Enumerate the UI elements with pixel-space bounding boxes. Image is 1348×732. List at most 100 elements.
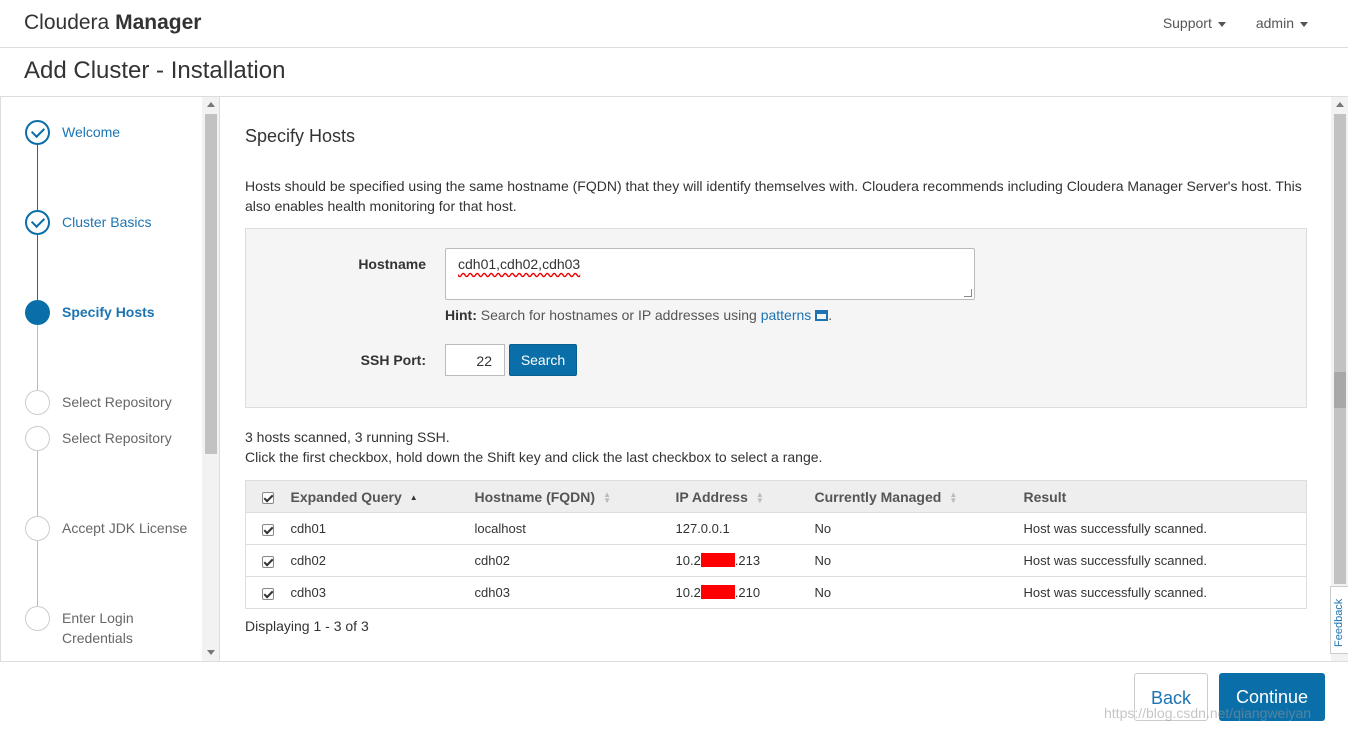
cell-result: Host was successfully scanned. <box>1023 576 1307 609</box>
col-label: Currently Managed <box>814 488 942 505</box>
select-all-cell <box>245 480 291 513</box>
ssh-port-label: SSH Port: <box>360 352 426 368</box>
section-title: Specify Hosts <box>245 126 356 146</box>
scrollbar-thumb[interactable] <box>1334 114 1346 584</box>
sidebar-step-welcome[interactable]: Welcome <box>25 120 120 145</box>
brand-logo[interactable]: Cloudera Manager <box>24 11 201 35</box>
ip-prefix: 10.2 <box>675 585 701 600</box>
step-label: Specify Hosts <box>62 304 155 320</box>
cell-fqdn: localhost <box>474 512 676 545</box>
cell-query: cdh03 <box>290 576 475 609</box>
ssh-port-input[interactable]: 22 <box>445 344 505 376</box>
cell-result: Host was successfully scanned. <box>1023 512 1307 545</box>
hint-text: Hint: Search for hostnames or IP address… <box>445 307 833 323</box>
scroll-down-icon[interactable] <box>207 650 215 655</box>
wizard-sidebar: Welcome Cluster Basics Specify Hosts Sel… <box>0 96 220 662</box>
admin-menu[interactable]: admin <box>1256 15 1308 31</box>
sidebar-step-select-repository-2: Select Repository <box>25 426 172 451</box>
empty-circle-icon <box>25 606 50 631</box>
cell-result: Host was successfully scanned. <box>1023 544 1307 577</box>
sidebar-step-accept-jdk-license: Accept JDK License <box>25 516 187 541</box>
step-connector <box>37 144 38 210</box>
scrollbar-thumb-active[interactable] <box>1334 372 1346 408</box>
main-content: Specify Hosts Hosts should be specified … <box>221 97 1331 661</box>
chevron-down-icon <box>1300 21 1308 27</box>
support-label: Support <box>1162 15 1212 31</box>
cell-managed: No <box>814 544 1024 577</box>
support-menu[interactable]: Support <box>1163 15 1226 31</box>
col-hostname[interactable]: Hostname (FQDN) ▲ ▼ <box>474 480 676 513</box>
empty-circle-icon <box>25 426 50 451</box>
sort-icon: ▲ ▼ <box>949 489 958 505</box>
feedback-label: Feedback <box>1333 598 1345 647</box>
active-circle-icon <box>25 300 50 325</box>
step-label: Accept JDK License <box>62 520 188 536</box>
cell-fqdn: cdh02 <box>474 544 676 577</box>
cell-query: cdh02 <box>290 544 475 577</box>
feedback-tab[interactable]: Feedback <box>1330 586 1348 654</box>
scan-summary: 3 hosts scanned, 3 running SSH. Click th… <box>245 427 822 467</box>
select-all-checkbox[interactable] <box>262 491 274 504</box>
step-connector <box>37 450 38 516</box>
step-label: Select Repository <box>62 394 172 410</box>
col-label: Result <box>1023 488 1067 505</box>
row-checkbox[interactable] <box>262 523 274 536</box>
sidebar-step-specify-hosts[interactable]: Specify Hosts <box>25 300 155 325</box>
row-checkbox[interactable] <box>262 555 274 568</box>
check-circle-icon <box>25 210 50 235</box>
row-checkbox[interactable] <box>262 587 274 600</box>
sort-icon: ▲ ▼ <box>603 489 611 505</box>
scroll-up-icon[interactable] <box>207 102 215 107</box>
scroll-up-icon[interactable] <box>1336 102 1344 107</box>
hostname-input[interactable]: cdh01,cdh02,cdh03 <box>445 248 975 300</box>
cell-ip: 10.2 .210 <box>675 576 815 609</box>
sort-icon: ▲ ▼ <box>755 489 764 505</box>
top-bar: Cloudera Manager Support admin <box>0 0 1348 48</box>
chevron-down-icon <box>1217 21 1226 27</box>
step-label: Enter Login Credentials <box>62 610 134 646</box>
cell-ip: 127.0.0.1 <box>675 512 815 545</box>
cell-fqdn: cdh03 <box>474 576 676 609</box>
cell-query: cdh01 <box>290 512 475 545</box>
cell-managed: No <box>814 576 1024 609</box>
col-label: Expanded Query <box>290 488 402 505</box>
col-label: IP Address <box>675 488 748 505</box>
row-select-cell <box>245 544 291 577</box>
empty-circle-icon <box>25 516 50 541</box>
step-label: Cluster Basics <box>62 214 152 230</box>
main-scrollbar[interactable] <box>1331 97 1348 661</box>
hostname-value: cdh01,cdh02,cdh03 <box>458 256 581 272</box>
col-currently-managed[interactable]: Currently Managed ▲ ▼ <box>814 480 1024 513</box>
brand-light: Cloudera <box>24 11 110 34</box>
brand-bold: Manager <box>115 11 202 34</box>
table-row: cdh02 cdh02 10.2 .213 No Host was success… <box>245 544 1307 577</box>
hint-bold: Hint: <box>445 307 477 323</box>
search-button[interactable]: Search <box>509 344 577 376</box>
step-connector <box>37 234 38 300</box>
popup-window-icon[interactable] <box>815 310 829 321</box>
scrollbar-thumb[interactable] <box>205 114 217 454</box>
scan-count: 3 hosts scanned, 3 running SSH. <box>245 429 450 445</box>
empty-circle-icon <box>25 390 50 415</box>
table-header-row: Expanded Query ▲ Hostname (FQDN) ▲ ▼ IP Add… <box>245 480 1307 513</box>
ip-suffix: .213 <box>734 553 761 568</box>
hosts-table: Expanded Query ▲ Hostname (FQDN) ▲ ▼ IP Add… <box>245 480 1307 609</box>
col-ip-address[interactable]: IP Address ▲ ▼ <box>675 480 815 513</box>
check-circle-icon <box>25 120 50 145</box>
ip-prefix: 10.2 <box>675 553 701 568</box>
step-connector <box>37 324 38 390</box>
col-expanded-query[interactable]: Expanded Query ▲ <box>290 480 475 513</box>
top-nav: Support admin <box>1163 15 1308 31</box>
sidebar-scrollbar[interactable] <box>202 97 219 661</box>
row-select-cell <box>245 512 291 545</box>
page-title: Add Cluster - Installation <box>24 57 286 84</box>
ip-suffix: .210 <box>734 585 761 600</box>
resize-handle-icon[interactable] <box>964 289 972 297</box>
sidebar-step-cluster-basics[interactable]: Cluster Basics <box>25 210 151 235</box>
sidebar-step-enter-login-credentials: Enter Login Credentials <box>25 606 152 648</box>
row-select-cell <box>245 576 291 609</box>
redaction-mark <box>700 585 735 599</box>
table-row: cdh01 localhost 127.0.0.1 No Host was su… <box>245 512 1307 545</box>
cell-ip: 10.2 .213 <box>675 544 815 577</box>
patterns-link[interactable]: patterns <box>761 307 812 323</box>
